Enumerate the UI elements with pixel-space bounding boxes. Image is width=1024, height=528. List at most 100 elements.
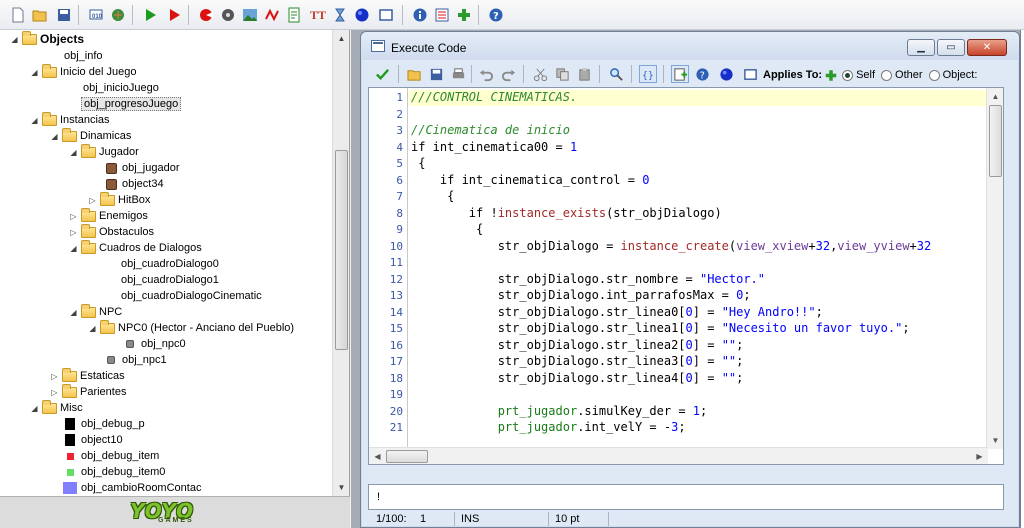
- tree-scrollbar[interactable]: ▲ ▼: [332, 30, 349, 496]
- object-icon[interactable]: [352, 5, 372, 25]
- expand-icon[interactable]: ▷: [69, 212, 78, 221]
- open-icon[interactable]: [30, 5, 50, 25]
- line-number: 8: [396, 206, 403, 220]
- tree-item-obj-cuadrodialogo1[interactable]: obj_cuadroDialogo1: [121, 272, 219, 288]
- tree-folder-obstaculos[interactable]: ▷ Obstaculos: [69, 223, 154, 240]
- save-icon[interactable]: [427, 65, 445, 83]
- window-titlebar[interactable]: Execute Code ▁ ▭ ✕: [361, 32, 1019, 60]
- path-icon[interactable]: [262, 5, 282, 25]
- tree-folder-inicio-del-juego[interactable]: ◢ Inicio del Juego: [30, 63, 136, 80]
- tree-folder-misc[interactable]: ◢ Misc: [30, 399, 83, 416]
- publish-icon[interactable]: [108, 5, 128, 25]
- code-editor[interactable]: 1 2 3 4 5 6 7 8 9 10 11 12 13 14 15 16 17 18 19 20 21 ///CON…: [368, 87, 1004, 465]
- collapse-icon[interactable]: ◢: [10, 35, 19, 44]
- collapse-icon[interactable]: ◢: [50, 132, 59, 141]
- scroll-right-icon[interactable]: ▶: [971, 448, 988, 464]
- undo-icon[interactable]: [477, 65, 495, 83]
- scroll-down-icon[interactable]: ▼: [333, 479, 349, 496]
- collapse-icon[interactable]: ◢: [30, 68, 39, 77]
- confirm-icon[interactable]: [373, 65, 391, 83]
- font-icon[interactable]: TT: [308, 5, 328, 25]
- scroll-left-icon[interactable]: ◀: [369, 448, 386, 464]
- expand-icon[interactable]: ▷: [69, 228, 78, 237]
- redo-icon[interactable]: [499, 65, 517, 83]
- tree-item-obj-npc1[interactable]: obj_npc1: [103, 352, 167, 368]
- new-icon[interactable]: [8, 5, 28, 25]
- tree-folder-instancias[interactable]: ◢ Instancias: [30, 111, 110, 128]
- script-icon[interactable]: [284, 5, 304, 25]
- tree-item-obj-info[interactable]: obj_info: [64, 48, 103, 64]
- scroll-up-icon[interactable]: ▲: [987, 88, 1003, 105]
- syntax-check-icon[interactable]: {}: [639, 65, 657, 83]
- tree-folder-cuadros-de-dialogos[interactable]: ◢ Cuadros de Dialogos: [69, 239, 202, 256]
- tree-folder-estaticas[interactable]: ▷ Estaticas: [50, 367, 125, 384]
- collapse-icon[interactable]: ◢: [30, 116, 39, 125]
- collapse-icon[interactable]: ◢: [88, 324, 97, 333]
- tree-item-obj-cuadrodialogo0[interactable]: obj_cuadroDialogo0: [121, 256, 219, 272]
- find-icon[interactable]: [607, 65, 625, 83]
- code-line: if int_cinematica_control = 0: [411, 172, 650, 187]
- tree-folder-npc[interactable]: ◢ NPC: [69, 303, 122, 320]
- tree-folder-hitbox[interactable]: ▷ HitBox: [88, 191, 150, 208]
- background-icon[interactable]: [240, 5, 260, 25]
- tree-item-obj-cambioroomcontac[interactable]: obj_cambioRoomContac: [62, 480, 201, 496]
- create-executable-icon[interactable]: 010: [86, 5, 106, 25]
- tree-item-obj-debug-item[interactable]: obj_debug_item: [62, 448, 159, 464]
- game-info-icon[interactable]: [410, 5, 430, 25]
- tree-folder-npc0[interactable]: ◢ NPC0 (Hector - Anciano del Pueblo): [88, 319, 294, 336]
- editor-vertical-scrollbar[interactable]: ▲ ▼: [986, 88, 1003, 449]
- sound-icon[interactable]: [218, 5, 238, 25]
- collapse-icon[interactable]: ◢: [69, 244, 78, 253]
- collapse-icon[interactable]: ◢: [69, 308, 78, 317]
- global-settings-icon[interactable]: [432, 5, 452, 25]
- load-icon[interactable]: [405, 65, 423, 83]
- scroll-down-icon[interactable]: ▼: [987, 432, 1003, 449]
- sprite-icon[interactable]: [196, 5, 216, 25]
- scroll-up-icon[interactable]: ▲: [333, 30, 349, 47]
- applies-self-radio[interactable]: Self: [842, 69, 875, 81]
- tree-folder-parientes[interactable]: ▷ Parientes: [50, 383, 126, 400]
- extension-icon[interactable]: [454, 5, 474, 25]
- tree-item-obj-jugador[interactable]: obj_jugador: [103, 160, 180, 176]
- minimize-button[interactable]: ▁: [907, 39, 935, 56]
- help-icon[interactable]: ?: [486, 5, 506, 25]
- help-icon[interactable]: ?: [693, 65, 711, 83]
- expand-icon[interactable]: ▷: [50, 372, 59, 381]
- run-icon[interactable]: [140, 5, 160, 25]
- debug-run-icon[interactable]: [164, 5, 184, 25]
- tree-folder-jugador[interactable]: ◢ Jugador: [69, 143, 139, 160]
- applies-object-radio[interactable]: Object:: [928, 69, 977, 81]
- tree-item-obj-npc0[interactable]: obj_npc0: [122, 336, 186, 352]
- save-icon[interactable]: [54, 5, 74, 25]
- close-button[interactable]: ✕: [967, 39, 1007, 56]
- room-icon[interactable]: [376, 5, 396, 25]
- paste-icon[interactable]: [575, 65, 593, 83]
- editor-horizontal-scrollbar[interactable]: ◀ ▶: [369, 447, 988, 464]
- maximize-button[interactable]: ▭: [937, 39, 965, 56]
- tree-item-obj-progresojuego[interactable]: obj_progresoJuego: [81, 96, 182, 112]
- tree-item-object34[interactable]: object34: [103, 176, 164, 192]
- timeline-icon[interactable]: [330, 5, 350, 25]
- tree-root-objects[interactable]: ◢ Objects: [10, 30, 84, 47]
- show-functions-icon[interactable]: [671, 65, 689, 83]
- room-icon[interactable]: [741, 65, 759, 83]
- scrollbar-thumb[interactable]: [335, 150, 348, 350]
- expand-icon[interactable]: ▷: [88, 196, 97, 205]
- collapse-icon[interactable]: ◢: [69, 148, 78, 157]
- cut-icon[interactable]: [531, 65, 549, 83]
- tree-item-object10[interactable]: object10: [62, 432, 123, 448]
- scrollbar-thumb[interactable]: [989, 105, 1002, 177]
- collapse-icon[interactable]: ◢: [30, 404, 39, 413]
- tree-item-obj-debug-p[interactable]: obj_debug_p: [62, 416, 145, 432]
- tree-folder-dinamicas[interactable]: ◢ Dinamicas: [50, 127, 131, 144]
- copy-icon[interactable]: [553, 65, 571, 83]
- expand-icon[interactable]: ▷: [50, 388, 59, 397]
- print-icon[interactable]: [449, 65, 467, 83]
- tree-item-obj-cuadrodialogocinematic[interactable]: obj_cuadroDialogoCinematic: [121, 288, 262, 304]
- object-icon[interactable]: [717, 65, 735, 83]
- tree-folder-enemigos[interactable]: ▷ Enemigos: [69, 207, 148, 224]
- scrollbar-thumb[interactable]: [386, 450, 428, 463]
- tree-item-obj-debug-item0[interactable]: obj_debug_item0: [62, 464, 165, 480]
- applies-other-radio[interactable]: Other: [881, 69, 923, 81]
- tree-item-obj-iniciojuego[interactable]: obj_inicioJuego: [83, 80, 159, 96]
